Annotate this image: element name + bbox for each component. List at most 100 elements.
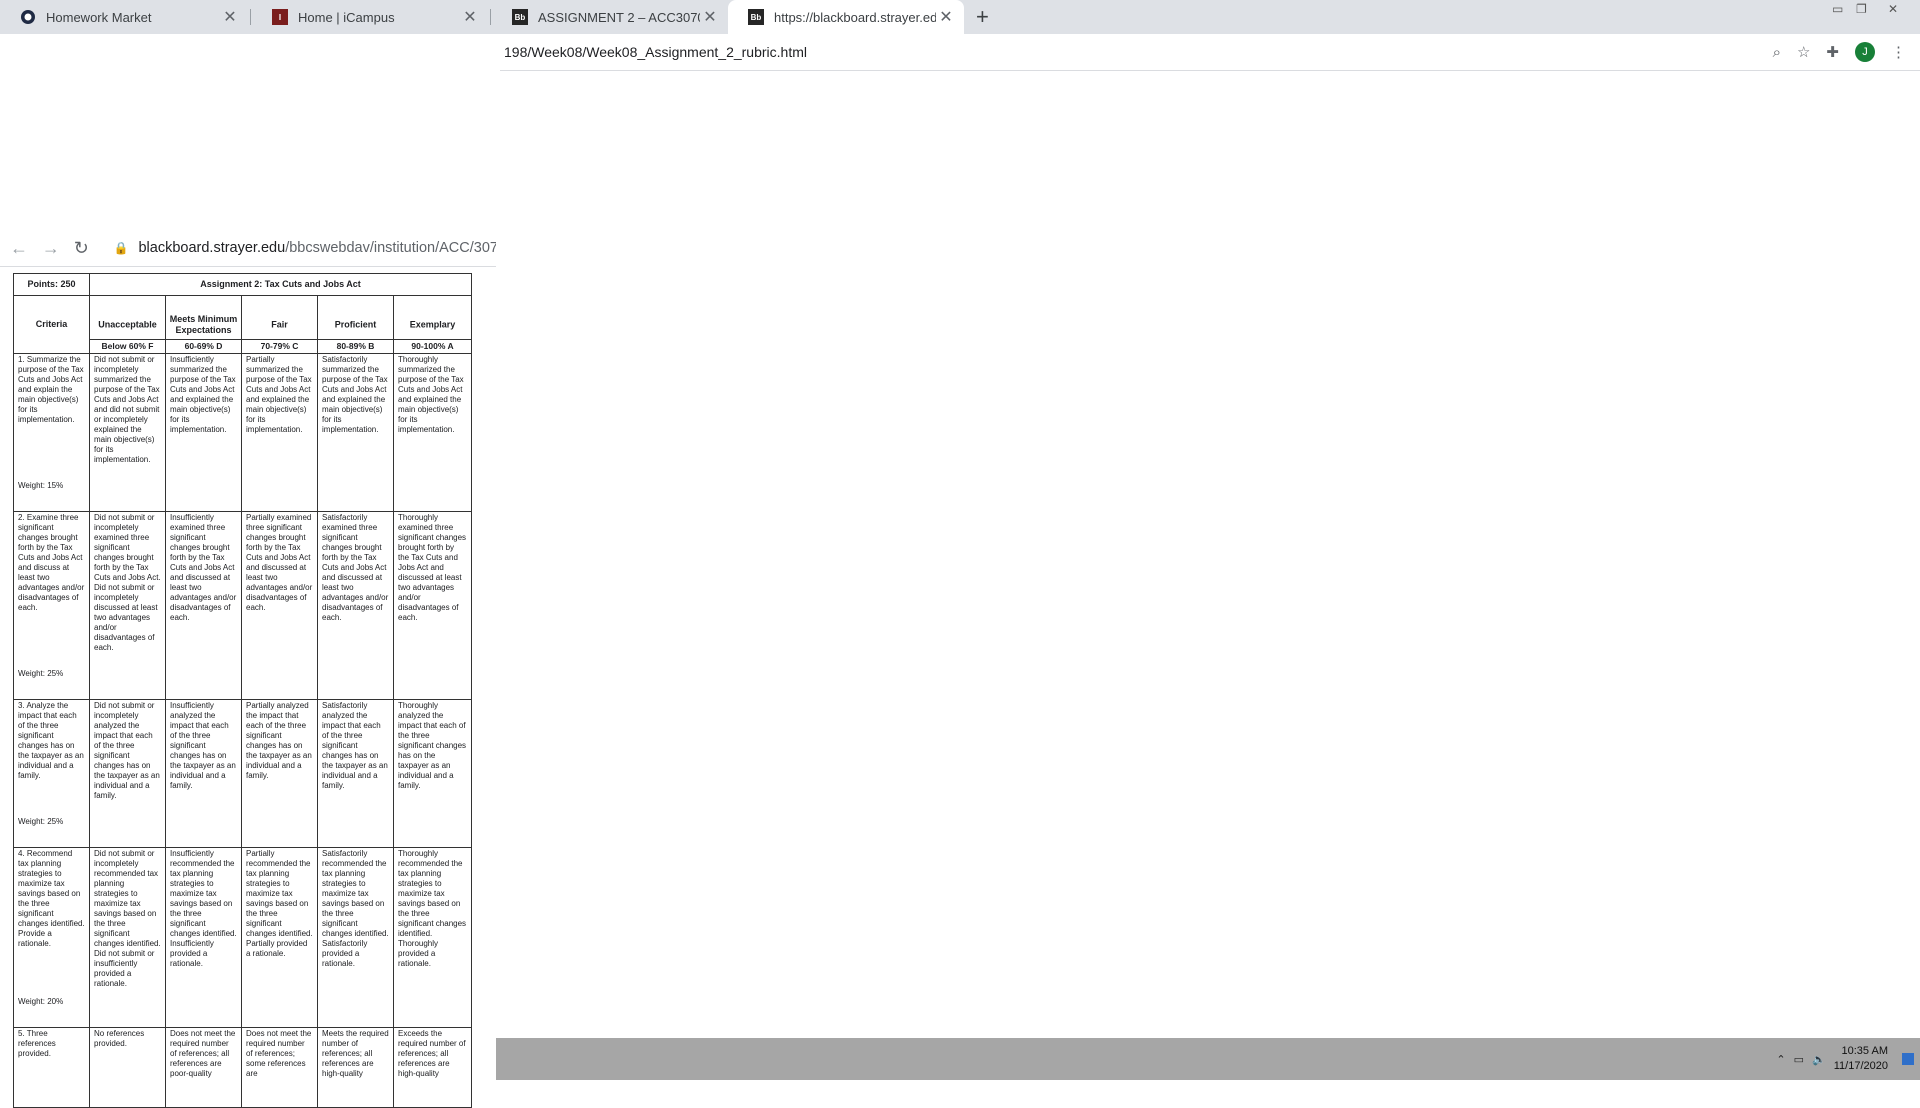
tab-separator (250, 9, 251, 25)
level-header: Fair 70-79% C (241, 295, 318, 354)
rubric-cell: Insufficiently analyzed the impact that … (165, 699, 242, 848)
level-header: Unacceptable Below 60% F (89, 295, 166, 354)
rubric-cell: Did not submit or incompletely summarize… (89, 353, 166, 512)
minimize-button[interactable]: ▭ (1832, 2, 1843, 16)
blackboard-icon: Bb (512, 9, 528, 25)
criterion-text: 2. Examine three significant changes bro… (18, 513, 85, 612)
tab-title: Home | iCampus (298, 9, 395, 25)
new-tab-button[interactable]: + (976, 4, 989, 30)
criterion-cell: 1. Summarize the purpose of the Tax Cuts… (13, 353, 90, 512)
clock-date: 11/17/2020 (1833, 1060, 1888, 1072)
criterion-text: 4. Recommend tax planning strategies to … (18, 849, 85, 948)
criterion-cell: 4. Recommend tax planning strategies to … (13, 847, 90, 1028)
criterion-weight: Weight: 15% (18, 481, 64, 490)
level-header: Meets Minimum Expectations 60-69% D (165, 295, 242, 354)
level-name: Proficient (334, 318, 377, 329)
rubric-cell: Thoroughly recommended the tax planning … (393, 847, 472, 1028)
criterion-cell: 5. Three references provided. (13, 1027, 90, 1108)
criterion-weight: Weight: 25% (18, 669, 64, 678)
notification-icon[interactable] (1902, 1053, 1914, 1065)
tab-title: Homework Market (46, 9, 152, 25)
rubric-cell: Meets the required number of references;… (317, 1027, 394, 1108)
close-window-button[interactable]: ✕ (1888, 2, 1898, 16)
rubric-cell: Satisfactorily summarized the purpose of… (317, 353, 394, 512)
criterion-weight: Weight: 20% (18, 997, 64, 1006)
divider (500, 70, 1920, 71)
table-row: 4. Recommend tax planning strategies to … (13, 847, 472, 1028)
rubric-cell: Did not submit or incompletely examined … (89, 511, 166, 700)
restore-button[interactable]: ❐ (1856, 2, 1867, 16)
criterion-text: 3. Analyze the impact that each of the t… (18, 701, 84, 780)
rubric-cell: Insufficiently summarized the purpose of… (165, 353, 242, 512)
rubric-table: Points: 250 Assignment 2: Tax Cuts and J… (13, 273, 472, 1108)
rubric-cell: Does not meet the required number of ref… (165, 1027, 242, 1108)
tab-title: ASSIGNMENT 2 – ACC307013VA016 (538, 9, 700, 25)
url-path: /bbcswebdav/institution/ACC/307/1 (285, 240, 496, 256)
tab-homework-market[interactable]: Homework Market ✕ (0, 0, 248, 34)
zoom-icon[interactable]: ⌕ (1773, 44, 1781, 61)
forward-icon[interactable]: → (42, 238, 64, 259)
rubric-cell: Exceeds the required number of reference… (393, 1027, 472, 1108)
level-score: 90-100% A (394, 339, 471, 352)
points-header: Points: 250 (13, 273, 90, 296)
taskbar: ⌃ ▭ 🔈 10:35 AM 11/17/2020 (496, 1038, 1920, 1080)
criterion-text: 5. Three references provided. (18, 1029, 56, 1058)
tab-icampus[interactable]: I Home | iCampus ✕ (252, 0, 488, 34)
tab-title: https://blackboard.strayer.edu/bbcs (774, 9, 936, 25)
criterion-text: 1. Summarize the purpose of the Tax Cuts… (18, 355, 84, 424)
address-url[interactable]: 198/Week08/Week08_Assignment_2_rubric.ht… (504, 44, 807, 60)
level-header: Exemplary 90-100% A (393, 295, 472, 354)
table-row: 3. Analyze the impact that each of the t… (13, 699, 472, 848)
menu-icon[interactable]: ⋮ (1891, 43, 1906, 61)
rubric-cell: Partially summarized the purpose of the … (241, 353, 318, 512)
left-window-toolbar: ← → ↻ 🔒 blackboard.strayer.edu/bbcswebda… (0, 231, 496, 265)
avatar[interactable]: J (1855, 42, 1875, 62)
back-icon[interactable]: ← (10, 238, 32, 259)
rubric-cell: Satisfactorily analyzed the impact that … (317, 699, 394, 848)
lock-icon[interactable]: 🔒 (114, 241, 129, 255)
url-host: blackboard.strayer.edu (138, 240, 286, 256)
tab-assignment-2[interactable]: Bb ASSIGNMENT 2 – ACC307013VA016 ✕ (492, 0, 728, 34)
network-icon[interactable]: ▭ (1794, 1053, 1804, 1066)
rubric-cell: Insufficiently examined three significan… (165, 511, 242, 700)
rubric-cell: Thoroughly examined three significant ch… (393, 511, 472, 700)
tab-separator (490, 9, 491, 25)
rubric-cell: Did not submit or incompletely recommend… (89, 847, 166, 1028)
table-row: 1. Summarize the purpose of the Tax Cuts… (13, 353, 472, 512)
rubric-cell: Thoroughly summarized the purpose of the… (393, 353, 472, 512)
clock[interactable]: 10:35 AM 11/17/2020 (1834, 1044, 1888, 1074)
volume-icon[interactable]: 🔈 (1812, 1053, 1826, 1066)
address-bar[interactable]: 198/Week08/Week08_Assignment_2_rubric.ht… (500, 34, 1920, 70)
left-address-url[interactable]: blackboard.strayer.edu/bbcswebdav/instit… (138, 240, 496, 256)
rubric-cell: Thoroughly analyzed the impact that each… (393, 699, 472, 848)
rubric-cell: Does not meet the required number of ref… (241, 1027, 318, 1108)
close-icon[interactable]: ✕ (700, 7, 720, 27)
tab-strip: Homework Market ✕ I Home | iCampus ✕ Bb … (0, 0, 1920, 34)
level-score: 60-69% D (166, 339, 241, 352)
rubric-cell: Partially examined three significant cha… (241, 511, 318, 700)
tab-rubric[interactable]: Bb https://blackboard.strayer.edu/bbcs ✕ (728, 0, 964, 34)
level-name: Meets Minimum Expectations (169, 313, 238, 335)
close-icon[interactable]: ✕ (460, 7, 480, 27)
rubric-cell: Insufficiently recommended the tax plann… (165, 847, 242, 1028)
level-score: 70-79% C (242, 339, 317, 352)
rubric-cell: Did not submit or incompletely analyzed … (89, 699, 166, 848)
criteria-header: Criteria (13, 295, 90, 354)
close-icon[interactable]: ✕ (220, 7, 240, 27)
star-icon[interactable]: ☆ (1797, 43, 1810, 61)
level-header: Proficient 80-89% B (317, 295, 394, 354)
level-name: Exemplary (409, 318, 456, 329)
rubric-cell: Satisfactorily recommended the tax plann… (317, 847, 394, 1028)
chevron-up-icon[interactable]: ⌃ (1776, 1053, 1785, 1066)
divider (0, 266, 496, 267)
icampus-icon: I (272, 9, 288, 25)
clock-time: 10:35 AM (1841, 1045, 1888, 1058)
table-row: 5. Three references provided. No referen… (13, 1027, 472, 1108)
rubric-cell: No references provided. (89, 1027, 166, 1108)
reload-icon[interactable]: ↻ (74, 238, 96, 259)
rubric-cell: Partially recommended the tax planning s… (241, 847, 318, 1028)
level-name: Fair (271, 318, 288, 329)
extensions-icon[interactable]: ✚ (1826, 43, 1839, 61)
close-icon[interactable]: ✕ (936, 7, 956, 27)
level-name: Unacceptable (98, 318, 157, 329)
